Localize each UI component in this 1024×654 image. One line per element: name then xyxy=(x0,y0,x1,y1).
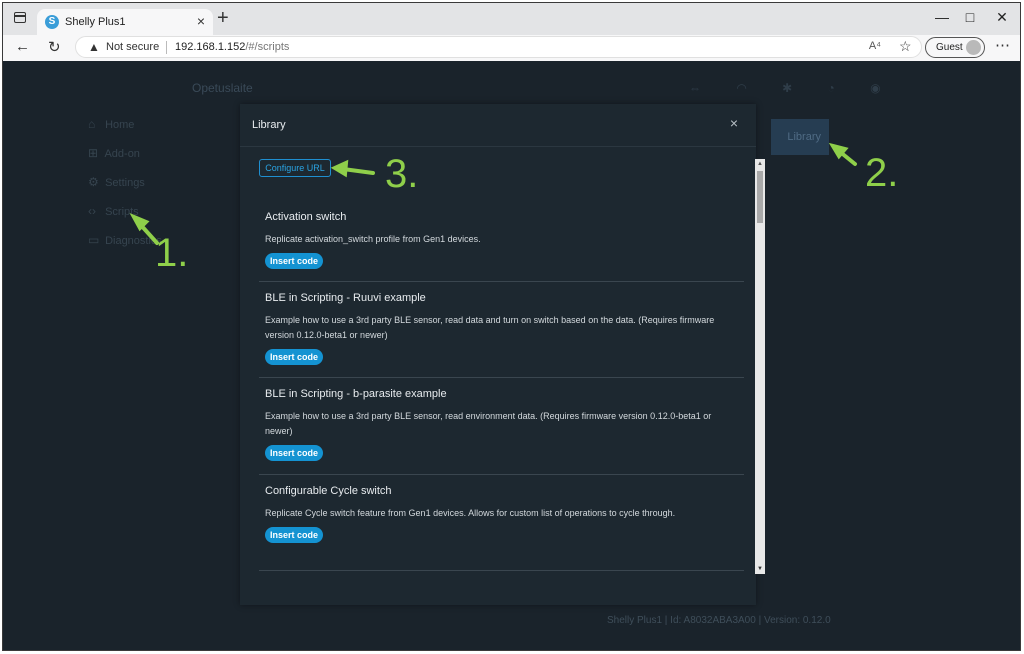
annotation-arrows xyxy=(129,142,857,245)
browser-window: S Shelly Plus1 × + — □ ✕ ← ↻ ▲ Not secur… xyxy=(2,2,1021,651)
annotation-3-arrow xyxy=(341,167,375,175)
annotation-1-arrowhead xyxy=(129,212,150,232)
annotation-3-arrowhead xyxy=(330,159,349,178)
